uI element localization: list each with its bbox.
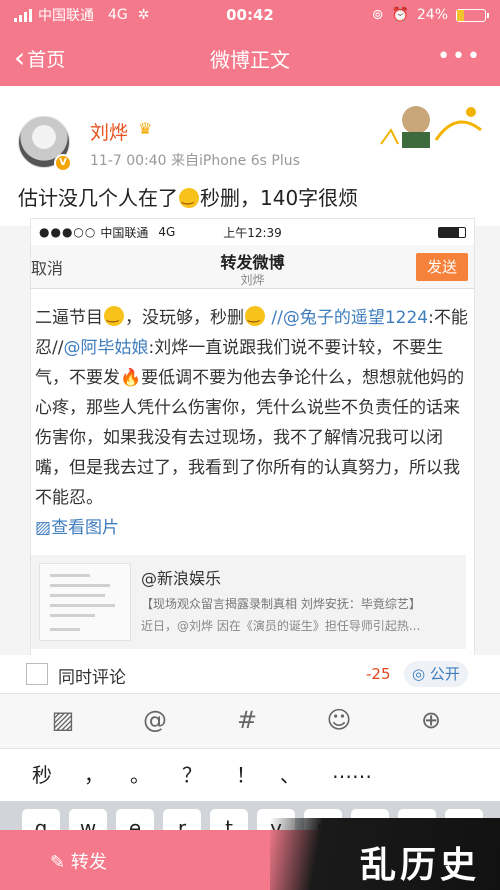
- emoji-icon[interactable]: ☺: [324, 706, 354, 734]
- quick-key[interactable]: 。: [130, 759, 150, 788]
- inner-time: 上午12:39: [223, 225, 282, 240]
- inner-header: 取消 转发微博 刘烨 发送: [31, 245, 474, 289]
- inner-signal-icon: ●●●○○: [39, 225, 97, 239]
- inner-title: 转发微博: [220, 253, 285, 272]
- quoted-author: @新浪娱乐: [141, 569, 222, 588]
- post-card: V 刘烨 ♛ 11-7 00:40 来自iPhone 6s Plus 估计没几个…: [0, 86, 500, 226]
- smile-emoji-icon: [245, 306, 265, 326]
- back-label: 首页: [27, 48, 66, 71]
- quoted-thumbnail: [39, 563, 131, 641]
- compose-toolbar: ▨ @ # ☺ ⊕: [0, 693, 500, 749]
- battery-percent: 24%: [416, 7, 448, 23]
- lock-rotation-icon: ⊚: [371, 7, 384, 23]
- nav-bar: ‹ 首页 微博正文 •••: [0, 30, 500, 86]
- forward-button[interactable]: ✎ 转发: [50, 848, 107, 874]
- fire-emoji-icon: 🔥: [120, 368, 142, 388]
- battery-icon: [456, 8, 489, 22]
- quick-key[interactable]: ……: [332, 759, 372, 783]
- char-count: -25: [366, 665, 391, 683]
- quick-key[interactable]: 秒: [32, 759, 52, 788]
- chevron-left-icon: ‹: [14, 41, 26, 74]
- quoted-headline: 【现场观众留言揭露录制真相 刘烨安抚：毕竟综艺】: [141, 597, 421, 611]
- inner-subtitle: 刘烨: [240, 273, 265, 287]
- quick-key[interactable]: ，: [84, 759, 104, 788]
- status-bar: 中国联通 4G ✲ 00:42 ⊚ ⏰ 24%: [0, 0, 500, 30]
- image-icon[interactable]: ▨: [48, 706, 78, 734]
- hashtag-icon[interactable]: #: [232, 706, 262, 734]
- more-options-button[interactable]: •••: [437, 44, 482, 69]
- quoted-excerpt: 近日，@刘烨 因在《演员的诞生》担任导师引起热...: [141, 619, 421, 633]
- verified-badge-icon: V: [54, 154, 72, 172]
- page-title: 微博正文: [210, 47, 290, 72]
- quick-key[interactable]: ？: [182, 759, 202, 788]
- also-comment-label: 同时评论: [58, 668, 126, 688]
- visibility-button[interactable]: ◎ 公开: [404, 661, 468, 687]
- image-icon: ▨: [35, 518, 52, 538]
- inner-status-bar: ●●●○○ 中国联通 4G 上午12:39: [31, 219, 474, 245]
- mention-link[interactable]: @阿毕姑娘: [63, 338, 148, 358]
- quoted-post-card[interactable]: @新浪娱乐 【现场观众留言揭露录制真相 刘烨安抚：毕竟综艺】 近日，@刘烨 因在…: [31, 555, 466, 649]
- also-comment-checkbox[interactable]: [26, 663, 48, 685]
- card-decoration-icon: [380, 106, 482, 148]
- edit-icon: ✎: [50, 852, 66, 873]
- quick-punctuation-row: 秒 ， 。 ？ ！ 、 ……: [0, 749, 500, 801]
- embedded-screenshot: ●●●○○ 中国联通 4G 上午12:39 取消 转发微博 刘烨 发送 二逼节目…: [30, 218, 475, 658]
- wifi-icon: ✲: [137, 7, 150, 23]
- inner-carrier: 中国联通: [100, 225, 149, 240]
- quick-key[interactable]: ！: [236, 759, 256, 788]
- crown-icon: ♛: [138, 119, 153, 138]
- username[interactable]: 刘烨: [90, 118, 128, 145]
- inner-network: 4G: [158, 225, 176, 239]
- globe-icon: ◎: [412, 665, 426, 683]
- at-icon[interactable]: @: [140, 706, 170, 734]
- smile-emoji-icon: [104, 306, 124, 326]
- carrier-name: 中国联通: [38, 8, 94, 24]
- back-button[interactable]: ‹ 首页: [14, 30, 65, 86]
- signal-icon: [14, 8, 32, 22]
- quick-key[interactable]: 、: [280, 759, 300, 788]
- inner-battery-icon: [438, 226, 466, 238]
- post-meta: 11-7 00:40 来自iPhone 6s Plus: [90, 153, 300, 169]
- mention-link[interactable]: @兔子的遥望1224: [283, 308, 428, 328]
- plus-icon[interactable]: ⊕: [416, 706, 446, 734]
- comment-option-row: 同时评论 -25 ◎ 公开: [0, 655, 500, 693]
- repost-text: 二逼节目，没玩够，秒删 //@兔子的遥望1224:不能忍//@阿毕姑娘:刘烨一直…: [31, 289, 474, 543]
- post-text: 估计没几个人在了秒删，140字很烦: [18, 182, 358, 211]
- smile-emoji-icon: [179, 188, 199, 208]
- view-images-link[interactable]: ▨查看图片: [35, 513, 470, 543]
- send-button[interactable]: 发送: [416, 253, 468, 281]
- network-type: 4G: [108, 7, 128, 23]
- watermark-text: 乱历史: [359, 844, 480, 886]
- alarm-icon: ⏰: [391, 7, 409, 23]
